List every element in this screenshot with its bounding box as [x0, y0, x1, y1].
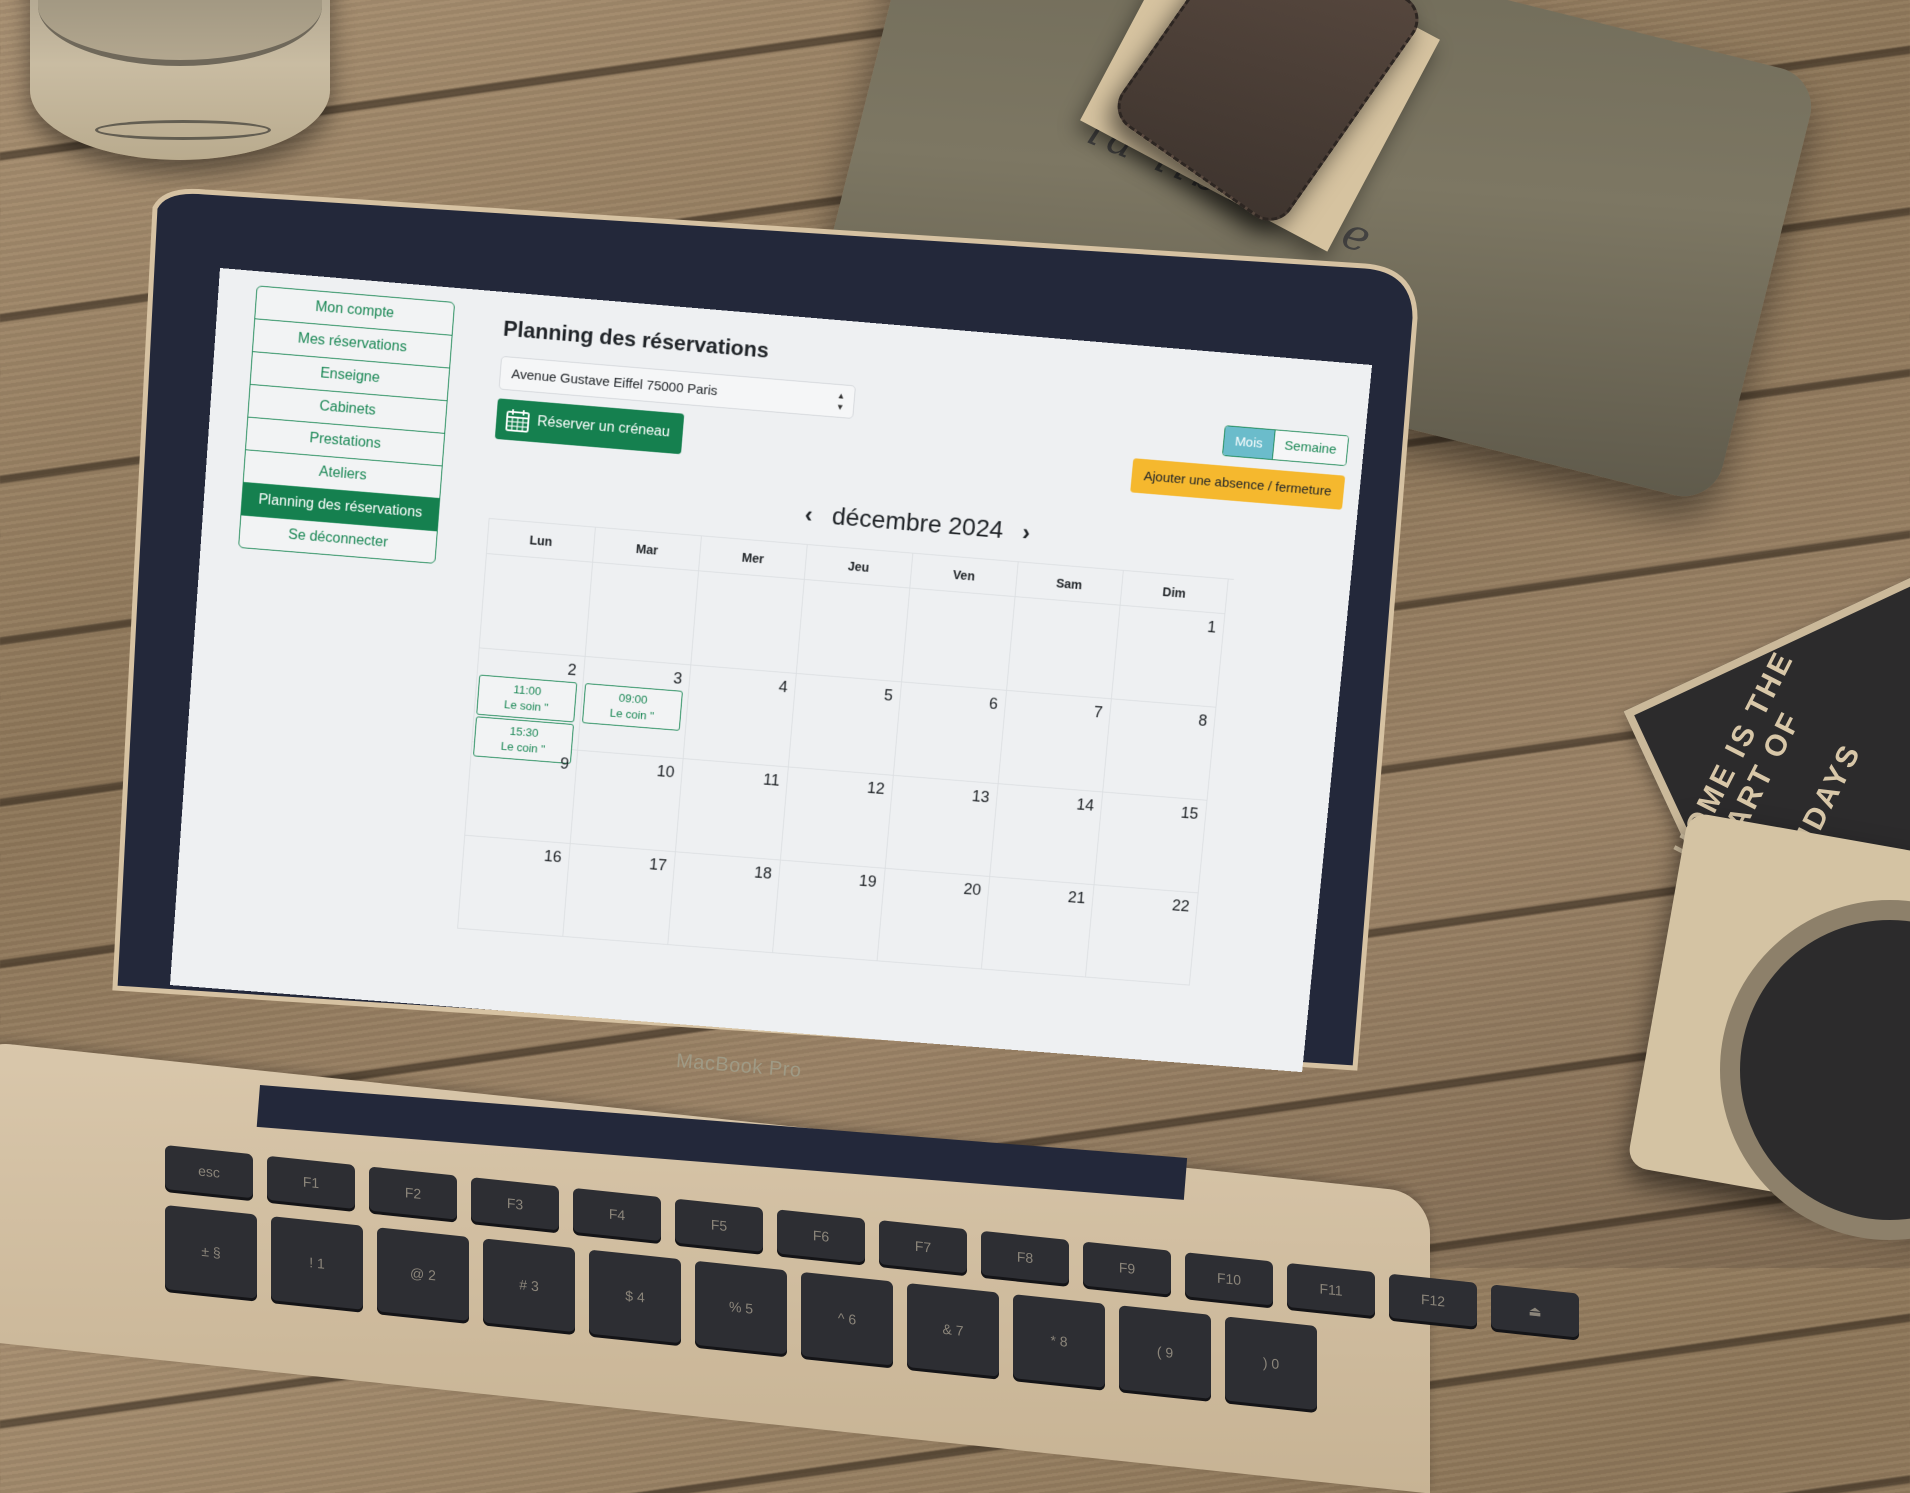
reservation-event[interactable]: 11:00Le soin "	[476, 675, 577, 723]
calendar-day-cell[interactable]	[691, 571, 804, 674]
calendar-day-cell[interactable]: 11	[676, 759, 789, 860]
app-screen: Mon compteMes réservationsEnseigneCabine…	[170, 268, 1372, 1072]
keyboard-key: ⏏	[1491, 1284, 1579, 1337]
day-number: 10	[656, 762, 675, 782]
reservation-event[interactable]: 09:00Le coin "	[582, 683, 683, 731]
keyboard-key: F10	[1185, 1252, 1273, 1305]
view-toggle: Mois Semaine	[1222, 425, 1349, 466]
jar-label-prop	[95, 120, 271, 140]
day-number: 20	[963, 880, 982, 899]
calendar-day-cell[interactable]: 16	[458, 836, 571, 937]
keyboard-key: F8	[981, 1231, 1069, 1284]
keyboard-key: F2	[369, 1166, 457, 1219]
keyboard-key: ± §	[165, 1205, 257, 1299]
calendar-day-cell[interactable]: 13	[886, 776, 999, 877]
keyboard-key: F6	[777, 1209, 865, 1262]
sidebar-nav: Mon compteMes réservationsEnseigneCabine…	[238, 285, 455, 563]
day-number: 19	[858, 872, 877, 891]
keyboard-key: F4	[573, 1188, 661, 1241]
main-content: Planning des réservations Avenue Gustave…	[451, 301, 1359, 1071]
month-label: décembre 2024	[831, 502, 1005, 544]
calendar-day-cell[interactable]: 12	[781, 767, 894, 868]
day-number: 15	[1180, 804, 1199, 823]
book-slot-label: Réserver un créneau	[537, 414, 671, 441]
calendar-day-cell[interactable]: 19	[773, 861, 886, 962]
keyboard-key: F7	[879, 1220, 967, 1273]
calendar-day-cell[interactable]: 8	[1103, 699, 1216, 800]
day-number: 14	[1076, 796, 1095, 815]
keyboard-key: % 5	[695, 1261, 787, 1355]
calendar-day-cell[interactable]: 309:00Le coin "	[578, 657, 691, 759]
keyboard-key: ^ 6	[801, 1272, 893, 1366]
keyboard-key: ) 0	[1225, 1316, 1317, 1410]
calendar-day-cell[interactable]	[797, 580, 910, 682]
calendar-day-cell[interactable]: 17	[563, 844, 676, 945]
calendar-day-cell[interactable]	[480, 554, 593, 657]
keyboard-key: ( 9	[1119, 1305, 1211, 1399]
day-events: 09:00Le coin "	[582, 683, 683, 731]
chevron-left-icon[interactable]: ‹	[804, 500, 814, 528]
calendar-day-cell[interactable]	[902, 588, 1016, 690]
calendar-day-cell[interactable]: 14	[990, 784, 1103, 885]
calendar-day-cell[interactable]	[586, 563, 699, 666]
book-slot-button[interactable]: Réserver un créneau	[495, 398, 684, 454]
day-number: 11	[763, 771, 781, 790]
calendar-day-cell[interactable]	[1007, 597, 1121, 699]
day-number: 12	[866, 779, 885, 799]
calendar-day-cell[interactable]: 5	[789, 674, 902, 776]
day-number: 17	[648, 855, 667, 874]
day-number: 22	[1171, 897, 1190, 916]
keyboard-key: $ 4	[589, 1250, 681, 1344]
calendar-day-cell[interactable]: 20	[877, 869, 990, 970]
keyboard-key: & 7	[907, 1283, 999, 1377]
day-number: 8	[1198, 712, 1208, 731]
location-select-value: Avenue Gustave Eiffel 75000 Paris	[511, 366, 718, 398]
day-number: 21	[1067, 888, 1086, 907]
calendar-day-cell[interactable]: 21	[982, 877, 1095, 978]
calendar-day-cell[interactable]: 211:00Le soin "15:30Le coin "	[472, 648, 585, 750]
calendar-day-cell[interactable]: 15	[1094, 792, 1207, 893]
calendar-day-cell[interactable]: 6	[894, 682, 1007, 784]
keyboard-key: F1	[267, 1156, 355, 1209]
keyboard-key: ! 1	[271, 1216, 363, 1310]
keyboard-key: F3	[471, 1177, 559, 1230]
calendar-day-cell[interactable]: 9	[465, 742, 578, 844]
day-number: 3	[673, 669, 683, 688]
add-absence-button[interactable]: Ajouter une absence / fermeture	[1130, 458, 1345, 510]
view-month-button[interactable]: Mois	[1223, 426, 1275, 459]
calendar-day-cell[interactable]: 10	[571, 751, 684, 853]
day-number: 4	[778, 678, 788, 697]
view-week-button[interactable]: Semaine	[1273, 430, 1349, 465]
keyboard-key: @ 2	[377, 1227, 469, 1321]
day-number: 7	[1093, 703, 1103, 722]
month-calendar: LunMarMerJeuVenSamDim1211:00Le soin "15:…	[457, 518, 1234, 986]
day-number: 1	[1206, 618, 1216, 637]
keyboard-key: * 8	[1013, 1294, 1105, 1388]
keyboard-key: F11	[1287, 1263, 1375, 1316]
calendar-day-cell[interactable]: 4	[683, 665, 796, 767]
calendar-day-cell[interactable]: 22	[1086, 885, 1199, 985]
chevron-right-icon[interactable]: ›	[1021, 518, 1031, 546]
day-number: 16	[543, 847, 562, 866]
day-number: 2	[567, 661, 577, 680]
day-number: 9	[559, 755, 569, 774]
keyboard-key: # 3	[483, 1238, 575, 1332]
calendar-icon	[504, 407, 531, 434]
day-number: 13	[971, 787, 990, 806]
day-number: 18	[753, 864, 772, 883]
keyboard-key: F12	[1389, 1274, 1477, 1327]
keyboard-key: esc	[165, 1145, 253, 1198]
keyboard-key: F9	[1083, 1241, 1171, 1294]
sort-caret-icon: ▴▾	[837, 389, 844, 412]
day-number: 5	[883, 686, 893, 705]
calendar-day-cell[interactable]: 1	[1112, 606, 1226, 708]
calendar-day-cell[interactable]: 7	[999, 691, 1112, 793]
day-number: 6	[988, 695, 998, 714]
calendar-day-cell[interactable]: 18	[668, 852, 781, 953]
photo-scene: la libellule HOME IS THE HEART OF THE HO…	[0, 0, 1910, 1268]
keyboard-key: F5	[675, 1199, 763, 1252]
